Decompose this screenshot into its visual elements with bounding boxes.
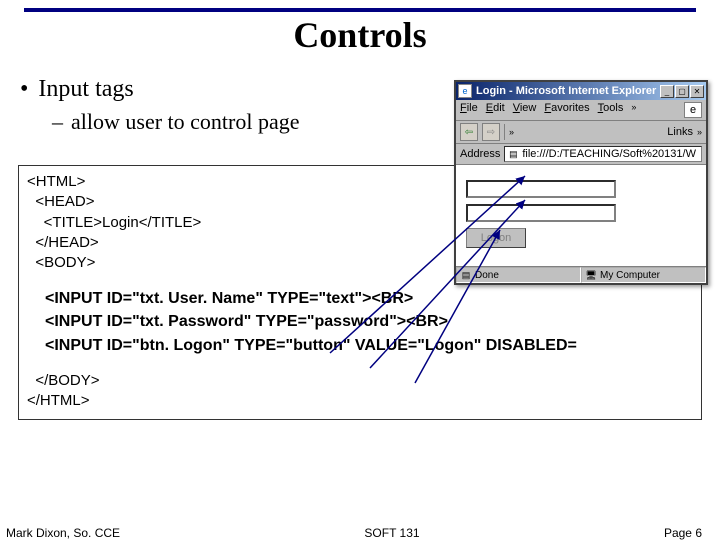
address-value: file:///D:/TEACHING/Soft%20131/W — [522, 148, 696, 160]
address-input[interactable]: ▤ file:///D:/TEACHING/Soft%20131/W — [504, 146, 702, 162]
toolbar: ⇦ ⇨ » Links » — [456, 121, 706, 144]
status-zone: 🖥 My Computer — [581, 267, 706, 283]
ie-icon: e — [458, 84, 472, 98]
code-bold-line: <INPUT ID="txt. User. Name" TYPE="text">… — [45, 287, 693, 310]
titlebar: e Login - Microsoft Internet Explorer _ … — [456, 82, 706, 100]
back-button[interactable]: ⇦ — [460, 123, 478, 141]
code-line: </HTML> — [27, 391, 693, 411]
logon-button: Logon — [466, 228, 526, 248]
menu-edit[interactable]: Edit — [486, 102, 505, 118]
links-overflow-icon[interactable]: » — [697, 127, 702, 137]
menu-view[interactable]: View — [513, 102, 537, 118]
computer-icon: 🖥 — [585, 269, 597, 281]
forward-button[interactable]: ⇨ — [482, 123, 500, 141]
code-line: </BODY> — [27, 371, 693, 391]
status-done: ▤ Done — [456, 267, 581, 283]
toolbar-separator — [504, 124, 505, 140]
browser-window: e Login - Microsoft Internet Explorer _ … — [454, 80, 708, 285]
menu-tools[interactable]: Tools — [598, 102, 624, 118]
footer-course: SOFT 131 — [364, 526, 419, 540]
dash-icon: – — [52, 109, 63, 135]
links-label[interactable]: Links — [667, 126, 693, 138]
footer: Mark Dixon, So. CCE SOFT 131 Page 6 — [0, 526, 720, 540]
throbber-icon: e — [684, 102, 702, 118]
window-title: Login - Microsoft Internet Explorer — [476, 85, 660, 97]
file-icon: ▤ — [507, 148, 519, 160]
title-rule — [24, 8, 696, 12]
bullet-dot-icon: • — [20, 76, 28, 103]
footer-page: Page 6 — [664, 526, 702, 540]
menu-overflow-icon[interactable]: » — [631, 102, 636, 118]
close-button[interactable]: ✕ — [690, 85, 704, 98]
toolbar-overflow-icon[interactable]: » — [509, 127, 514, 137]
address-label: Address — [460, 148, 500, 160]
minimize-button[interactable]: _ — [660, 85, 674, 98]
username-input[interactable] — [466, 180, 616, 198]
bullet-text: Input tags — [38, 76, 133, 103]
page-content: Logon — [456, 165, 706, 266]
status-done-text: Done — [475, 270, 499, 281]
menubar: File Edit View Favorites Tools » e — [456, 100, 706, 121]
maximize-button[interactable]: ▢ — [675, 85, 689, 98]
footer-author: Mark Dixon, So. CCE — [6, 526, 120, 540]
subbullet-text: allow user to control page — [71, 109, 300, 135]
statusbar: ▤ Done 🖥 My Computer — [456, 266, 706, 283]
menu-file[interactable]: File — [460, 102, 478, 118]
password-input[interactable] — [466, 204, 616, 222]
done-icon: ▤ — [460, 269, 472, 281]
menu-favorites[interactable]: Favorites — [544, 102, 589, 118]
slide-title: Controls — [0, 14, 720, 56]
address-bar: Address ▤ file:///D:/TEACHING/Soft%20131… — [456, 144, 706, 165]
code-bold-line: <INPUT ID="btn. Logon" TYPE="button" VAL… — [45, 334, 693, 357]
status-zone-text: My Computer — [600, 270, 660, 281]
code-bold-line: <INPUT ID="txt. Password" TYPE="password… — [45, 310, 693, 333]
